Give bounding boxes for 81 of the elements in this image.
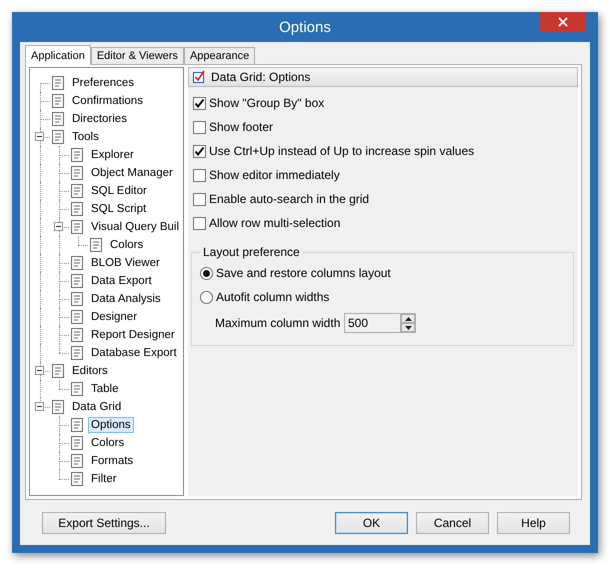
- group-title: Layout preference: [202, 245, 301, 259]
- radio-button[interactable]: [200, 266, 213, 280]
- tree-item[interactable]: Visual Query Buil: [88, 219, 182, 235]
- page-icon: [88, 237, 104, 253]
- page-icon: [50, 363, 66, 379]
- tree-item[interactable]: Data Export: [88, 273, 155, 289]
- page-icon: [69, 219, 85, 235]
- collapse-toggle[interactable]: [54, 222, 63, 231]
- tab[interactable]: Appearance: [184, 47, 256, 64]
- tree-item[interactable]: Data Grid: [69, 399, 124, 415]
- field-label: Maximum column width: [215, 316, 342, 330]
- tree-item[interactable]: Editors: [69, 363, 111, 379]
- tree-item[interactable]: Filter: [88, 471, 120, 487]
- dialog-button[interactable]: Help: [497, 512, 570, 534]
- checkbox[interactable]: [193, 96, 206, 110]
- tree-item[interactable]: Colors: [107, 237, 146, 253]
- option-label: Enable auto-search in the grid: [209, 192, 370, 206]
- page-icon: [69, 435, 85, 451]
- tree-item[interactable]: Options: [88, 417, 134, 433]
- tree-item[interactable]: Designer: [88, 309, 140, 325]
- tree-item[interactable]: Directories: [69, 111, 130, 127]
- tab[interactable]: Application: [25, 45, 91, 65]
- page-icon: [69, 291, 85, 307]
- page-icon: [69, 345, 85, 361]
- checkbox[interactable]: [193, 216, 206, 230]
- tree-item[interactable]: SQL Editor: [88, 183, 150, 199]
- tree-item[interactable]: Database Export: [88, 345, 180, 361]
- option-label: Use Ctrl+Up instead of Up to increase spin values: [209, 144, 474, 158]
- page-icon: [69, 147, 85, 163]
- window-title: Options: [279, 18, 331, 36]
- tree-item[interactable]: Explorer: [88, 147, 137, 163]
- close-icon: [558, 17, 568, 27]
- tree-item[interactable]: BLOB Viewer: [88, 255, 163, 271]
- page-icon: [69, 453, 85, 469]
- dialog-button[interactable]: Cancel: [416, 512, 489, 534]
- option-label: Show "Group By" box: [209, 96, 324, 110]
- option-label: Autofit column widths: [216, 290, 330, 304]
- checkbox[interactable]: [193, 144, 206, 158]
- checkbox-icon: [192, 70, 206, 84]
- page-icon: [50, 399, 66, 415]
- section-title: Data Grid: Options: [211, 70, 310, 84]
- page-icon: [69, 201, 85, 217]
- tree-item[interactable]: Confirmations: [69, 93, 146, 109]
- page-icon: [69, 471, 85, 487]
- checkbox[interactable]: [193, 192, 206, 206]
- page-icon: [50, 111, 66, 127]
- tree-item[interactable]: SQL Script: [88, 201, 150, 217]
- page-icon: [50, 93, 66, 109]
- checkbox[interactable]: [193, 120, 206, 134]
- page-icon: [69, 417, 85, 433]
- radio-button[interactable]: [200, 290, 213, 304]
- tree-item[interactable]: Report Designer: [88, 327, 178, 343]
- number-field[interactable]: 500: [344, 313, 401, 333]
- dialog-button[interactable]: OK: [335, 512, 408, 534]
- page-icon: [69, 381, 85, 397]
- collapse-toggle[interactable]: [35, 402, 44, 411]
- collapse-toggle[interactable]: [35, 132, 44, 141]
- tree-item[interactable]: Preferences: [69, 75, 138, 91]
- checkbox[interactable]: [193, 168, 206, 182]
- option-label: Save and restore columns layout: [216, 266, 391, 280]
- dialog-button[interactable]: Export Settings...: [42, 512, 166, 534]
- page-icon: [69, 309, 85, 325]
- option-label: Show editor immediately: [209, 168, 340, 182]
- tree-item[interactable]: Table: [88, 381, 122, 397]
- page-icon: [50, 75, 66, 91]
- page-icon: [69, 183, 85, 199]
- tree-item[interactable]: Formats: [88, 453, 136, 469]
- tab[interactable]: Editor & Viewers: [90, 47, 184, 64]
- close-button[interactable]: [540, 12, 586, 32]
- tree-item[interactable]: Object Manager: [88, 165, 176, 181]
- page-icon: [69, 273, 85, 289]
- page-icon: [69, 327, 85, 343]
- page-icon: [69, 165, 85, 181]
- page-icon: [50, 129, 66, 145]
- option-label: Allow row multi-selection: [209, 216, 340, 230]
- collapse-toggle[interactable]: [35, 366, 44, 375]
- tree-item[interactable]: Data Analysis: [88, 291, 164, 307]
- tree-item[interactable]: Tools: [69, 129, 102, 145]
- option-label: Show footer: [209, 120, 274, 134]
- page-icon: [69, 255, 85, 271]
- tree-item[interactable]: Colors: [88, 435, 128, 451]
